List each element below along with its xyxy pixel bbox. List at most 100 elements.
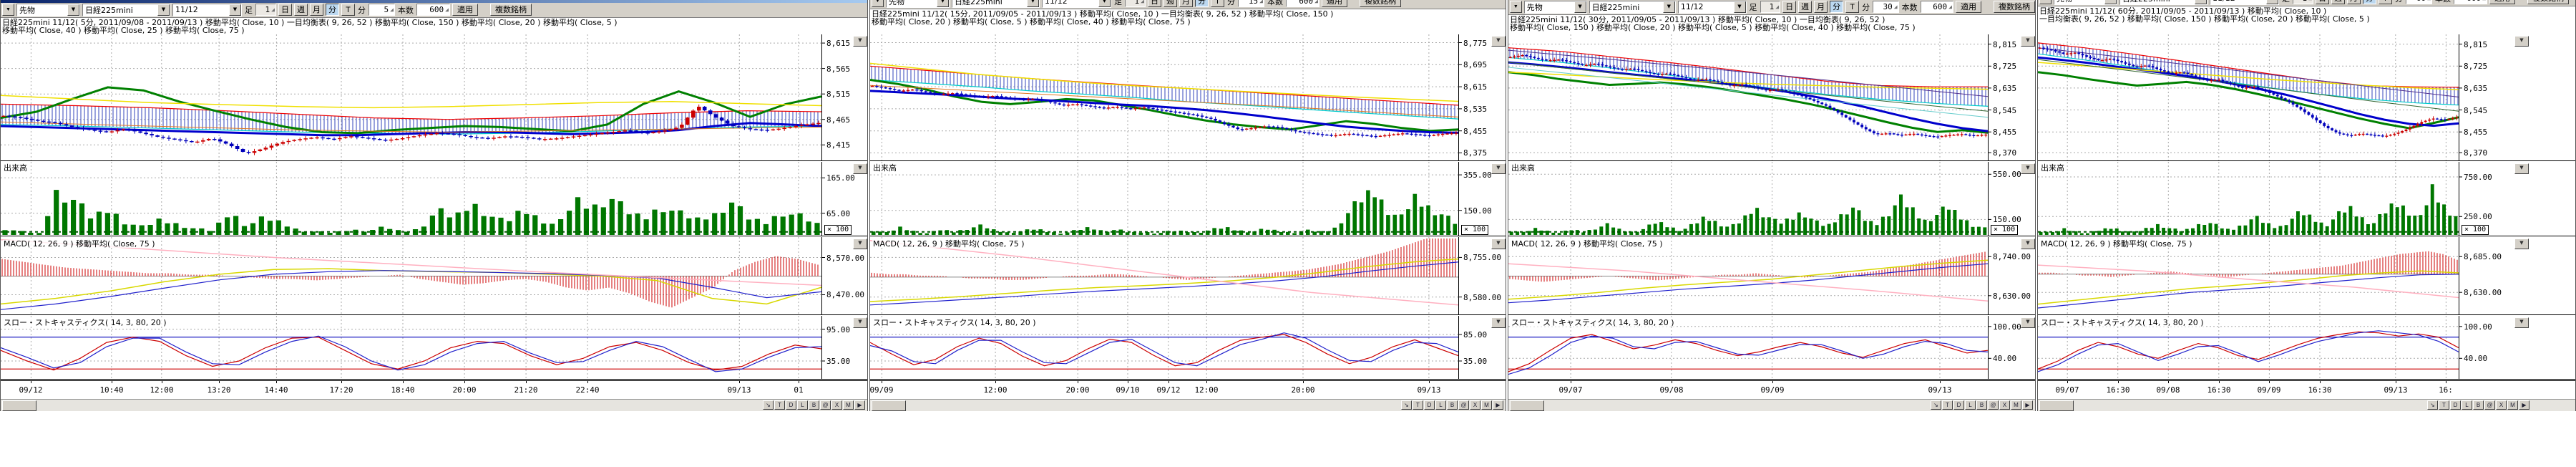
draw-tool-button[interactable]: D (1953, 400, 1964, 410)
apply-button[interactable]: 適用 (1322, 0, 1347, 7)
category-select[interactable]: 先物▼ (1524, 1, 1587, 14)
draw-tool-button[interactable]: M (843, 400, 854, 410)
period-tick-button[interactable]: T (1211, 0, 1224, 7)
period-week-button[interactable]: 週 (294, 4, 308, 16)
period-minute-button[interactable]: 分 (326, 4, 339, 16)
period-tick-button[interactable]: T (1845, 1, 1859, 13)
h-scrollbar[interactable]: ↘TDLB@XM▶ (1, 399, 868, 411)
period-minute-button[interactable]: 分 (1195, 0, 1209, 7)
ashi-count-input[interactable]: 1◢ (2293, 0, 2313, 4)
pane-scroll-down-button[interactable]: ▼ (853, 163, 867, 174)
symbol-select[interactable]: 日経225mini▼ (82, 4, 170, 16)
apply-button[interactable]: 適用 (1956, 1, 1981, 13)
bars-input[interactable]: 600◢ (1921, 1, 1953, 13)
period-week-button[interactable]: 週 (1798, 1, 1812, 13)
scrollbar-thumb[interactable] (2039, 400, 2074, 411)
contract-select[interactable]: 11/12▼ (1678, 1, 1747, 14)
pane-scroll-down-button[interactable]: ▼ (853, 239, 867, 249)
draw-tool-button[interactable]: X (1999, 400, 2010, 410)
pane-scroll-down-button[interactable]: ▼ (2021, 163, 2035, 174)
draw-tool-button[interactable]: @ (820, 400, 831, 410)
pane-scroll-down-button[interactable]: ▼ (853, 36, 867, 47)
h-scrollbar[interactable]: ↘TDLB@XM▶ (870, 399, 1506, 411)
interval-input[interactable]: 30◢ (1873, 1, 1899, 13)
panel-menu-button[interactable]: ▼ (872, 0, 884, 7)
draw-tool-button[interactable]: L (797, 400, 808, 410)
ashi-count-input[interactable]: 1◢ (1125, 0, 1146, 7)
draw-tool-button[interactable]: B (809, 400, 819, 410)
period-month-button[interactable]: 月 (2347, 0, 2361, 4)
symbol-select[interactable]: 日経225mini▼ (952, 0, 1040, 8)
draw-tool-button[interactable]: M (2011, 400, 2021, 410)
symbol-select[interactable]: 日経225mini▼ (1589, 1, 1676, 14)
draw-tool-button[interactable]: @ (1988, 400, 1999, 410)
bars-input[interactable]: 600◢ (416, 4, 450, 16)
pane-scroll-down-button[interactable]: ▼ (2514, 163, 2529, 174)
h-scrollbar[interactable]: ↘TDLB@XM▶ (2038, 399, 2576, 411)
interval-input[interactable]: 5◢ (369, 4, 395, 16)
category-select[interactable]: 先物▼ (886, 0, 950, 8)
draw-tool-button[interactable]: ↘ (2427, 400, 2438, 410)
draw-tool-button[interactable]: ↘ (1401, 400, 1412, 410)
apply-button[interactable]: 適用 (452, 4, 478, 16)
period-month-button[interactable]: 月 (1814, 1, 1828, 13)
panel-menu-button[interactable]: ▼ (2039, 0, 2051, 4)
draw-tool-button[interactable]: X (1470, 400, 1480, 410)
draw-tool-button[interactable]: T (2439, 400, 2449, 410)
contract-select[interactable]: 11/12▼ (172, 4, 242, 16)
pane-scroll-down-button[interactable]: ▼ (853, 317, 867, 328)
draw-tool-button[interactable]: ▶ (2022, 400, 2033, 410)
bars-input[interactable]: 600◢ (2454, 0, 2487, 4)
interval-input[interactable]: 15◢ (1238, 0, 1264, 7)
panel-menu-button[interactable]: ▼ (1510, 1, 1522, 13)
draw-tool-button[interactable]: L (1965, 400, 1976, 410)
period-minute-button[interactable]: 分 (2363, 0, 2376, 4)
pane-scroll-down-button[interactable]: ▼ (2514, 239, 2529, 249)
draw-tool-button[interactable]: ↘ (763, 400, 774, 410)
period-month-button[interactable]: 月 (310, 4, 323, 16)
draw-tool-button[interactable]: ▶ (2519, 400, 2529, 410)
period-week-button[interactable]: 週 (1163, 0, 1177, 7)
draw-tool-button[interactable]: @ (2484, 400, 2495, 410)
pane-scroll-down-button[interactable]: ▼ (1491, 163, 1506, 174)
period-month-button[interactable]: 月 (1179, 0, 1193, 7)
panel-menu-button[interactable]: ▼ (2, 4, 14, 16)
draw-tool-button[interactable]: @ (1458, 400, 1469, 410)
pane-scroll-down-button[interactable]: ▼ (2021, 36, 2035, 47)
draw-tool-button[interactable]: B (1976, 400, 1987, 410)
category-select[interactable]: 先物▼ (2054, 0, 2117, 5)
draw-tool-button[interactable]: L (1435, 400, 1446, 410)
scrollbar-thumb[interactable] (1510, 400, 1544, 411)
draw-tool-button[interactable]: B (2473, 400, 2484, 410)
scrollbar-thumb[interactable] (2, 400, 36, 411)
multi-symbol-button[interactable]: 複数銘柄 (2527, 0, 2569, 4)
pane-scroll-down-button[interactable]: ▼ (2514, 36, 2529, 47)
scrollbar-thumb[interactable] (872, 400, 906, 411)
pane-scroll-down-button[interactable]: ▼ (2514, 317, 2529, 328)
apply-button[interactable]: 適用 (2489, 0, 2515, 4)
draw-tool-button[interactable]: L (2462, 400, 2472, 410)
draw-tool-button[interactable]: T (1942, 400, 1953, 410)
period-day-button[interactable]: 日 (1782, 1, 1796, 13)
multi-symbol-button[interactable]: 複数銘柄 (1994, 1, 2035, 13)
pane-scroll-down-button[interactable]: ▼ (1491, 317, 1506, 328)
contract-select[interactable]: 11/12▼ (1042, 0, 1111, 8)
draw-tool-button[interactable]: X (831, 400, 842, 410)
period-minute-button[interactable]: 分 (1830, 1, 1843, 13)
draw-tool-button[interactable]: D (1424, 400, 1435, 410)
pane-scroll-down-button[interactable]: ▼ (1491, 36, 1506, 47)
pane-scroll-down-button[interactable]: ▼ (2021, 239, 2035, 249)
draw-tool-button[interactable]: M (2507, 400, 2518, 410)
draw-tool-button[interactable]: B (1447, 400, 1458, 410)
h-scrollbar[interactable]: ↘TDLB@XM▶ (1508, 399, 2036, 411)
draw-tool-button[interactable]: ↘ (1931, 400, 1941, 410)
period-tick-button[interactable]: T (341, 4, 355, 16)
draw-tool-button[interactable]: D (2450, 400, 2461, 410)
multi-symbol-button[interactable]: 複数銘柄 (490, 4, 532, 16)
draw-tool-button[interactable]: T (774, 400, 785, 410)
period-tick-button[interactable]: T (2379, 0, 2392, 4)
draw-tool-button[interactable]: ▶ (854, 400, 865, 410)
draw-tool-button[interactable]: X (2496, 400, 2507, 410)
ashi-count-input[interactable]: 1◢ (1760, 1, 1781, 13)
draw-tool-button[interactable]: T (1413, 400, 1423, 410)
